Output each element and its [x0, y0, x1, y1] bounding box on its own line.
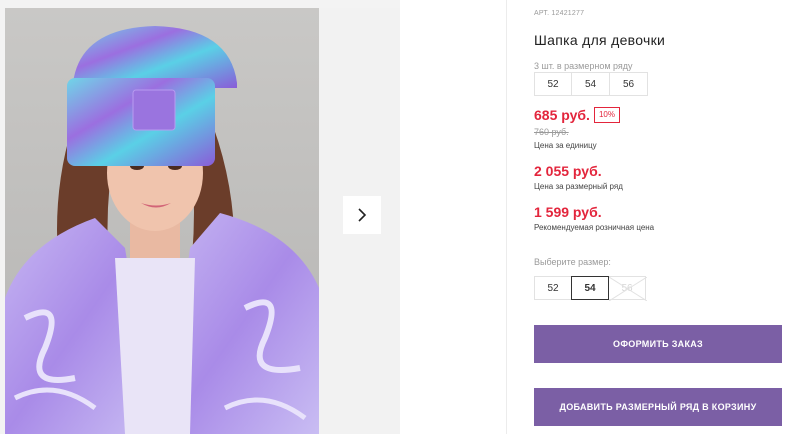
size-option-label: 54 [584, 282, 596, 294]
product-title: Шапка для девочки [534, 32, 666, 48]
unit-price-row: 685 руб. 10% [534, 107, 620, 123]
row-price: 2 055 руб. [534, 163, 602, 179]
size-select-label: Выберите размер: [534, 257, 611, 267]
size-row-list: 52 54 56 [534, 72, 648, 96]
retail-price: 1 599 руб. [534, 204, 602, 220]
checkout-button-label: ОФОРМИТЬ ЗАКАЗ [613, 339, 703, 349]
product-photo-illustration [5, 26, 319, 434]
article-number: АРТ. 12421277 [534, 10, 585, 17]
size-row-item: 52 [534, 72, 572, 96]
product-info-panel: АРТ. 12421277 Шапка для девочки 3 шт. в … [534, 0, 794, 434]
pack-note: 3 шт. в размерном ряду [534, 61, 633, 71]
size-option-52[interactable]: 52 [534, 276, 572, 300]
add-size-row-to-cart-button[interactable]: ДОБАВИТЬ РАЗМЕРНЫЙ РЯД В КОРЗИНУ [534, 388, 782, 426]
size-row-item: 56 [610, 72, 648, 96]
row-price-caption: Цена за размерный ряд [534, 182, 623, 191]
size-selector: 52 54 56 [534, 276, 647, 301]
panel-divider [506, 0, 507, 434]
add-size-row-button-label: ДОБАВИТЬ РАЗМЕРНЫЙ РЯД В КОРЗИНУ [559, 402, 757, 412]
product-gallery [0, 0, 400, 434]
size-option-label: 52 [547, 282, 559, 294]
size-option-56: 56 [608, 276, 647, 301]
unit-price-caption: Цена за единицу [534, 141, 597, 150]
size-option-54[interactable]: 54 [571, 276, 609, 300]
retail-price-caption: Рекомендуемая розничная цена [534, 223, 655, 232]
checkout-button[interactable]: ОФОРМИТЬ ЗАКАЗ [534, 325, 782, 363]
product-photo [5, 8, 319, 434]
discount-badge: 10% [593, 107, 620, 123]
next-image-button[interactable] [343, 196, 381, 234]
unit-price: 685 руб. [534, 107, 590, 123]
size-row-item: 54 [572, 72, 610, 96]
unavailable-cross-icon [609, 277, 647, 301]
old-price: 760 руб. [534, 127, 569, 137]
chevron-right-icon [358, 208, 367, 222]
